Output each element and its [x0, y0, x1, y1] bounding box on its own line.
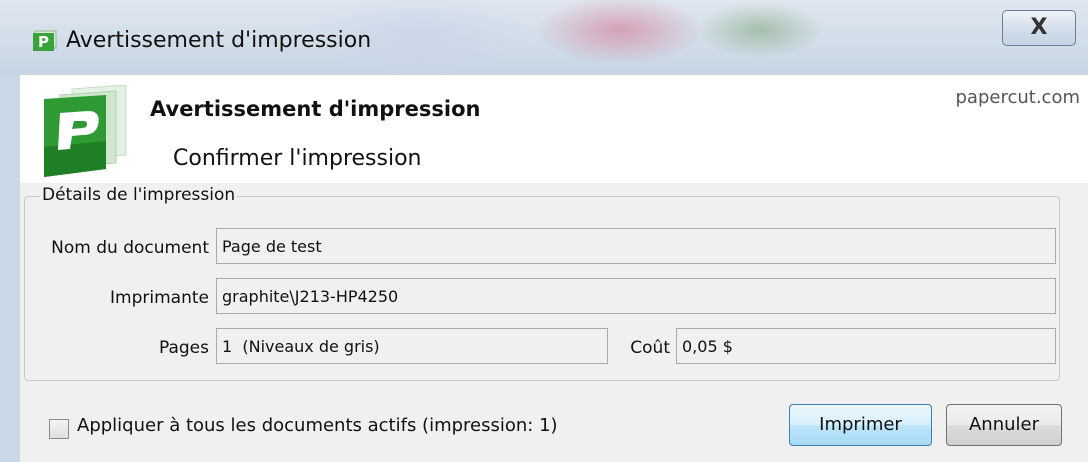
header-banner: Avertissement d'impression Confirmer l'i…	[20, 75, 1088, 183]
papercut-logo-icon: P	[33, 30, 57, 51]
dialog-content: Avertissement d'impression Confirmer l'i…	[20, 75, 1088, 462]
apply-all-label[interactable]: Appliquer à tous les documents actifs (i…	[77, 415, 558, 436]
apply-all-checkbox[interactable]	[49, 419, 69, 439]
pages-label: Pages	[158, 338, 209, 358]
cost-label: Coût	[630, 338, 670, 358]
close-button[interactable]: X	[1002, 10, 1076, 46]
print-button[interactable]: Imprimer	[789, 404, 932, 446]
papercut-logo-large-icon	[44, 85, 127, 177]
printer-field[interactable]: graphite\J213-HP4250	[216, 278, 1056, 314]
pages-field[interactable]: 1 (Niveaux de gris)	[216, 328, 608, 364]
papercut-link[interactable]: papercut.com	[956, 87, 1081, 108]
document-name-label: Nom du document	[51, 238, 209, 258]
cost-field[interactable]: 0,05 $	[676, 328, 1056, 364]
document-name-field[interactable]: Page de test	[216, 228, 1056, 264]
close-icon: X	[1030, 15, 1048, 40]
window-title: Avertissement d'impression	[66, 28, 372, 53]
svg-text:P: P	[38, 33, 49, 51]
print-details-legend: Détails de l'impression	[40, 185, 238, 205]
header-subtitle: Confirmer l'impression	[173, 146, 422, 171]
title-bar[interactable]: P Avertissement d'impression X	[0, 0, 1088, 75]
print-warning-window: P Avertissement d'impression X Avertisse…	[0, 0, 1088, 462]
cancel-button[interactable]: Annuler	[946, 404, 1062, 446]
printer-label: Imprimante	[110, 288, 209, 308]
header-title: Avertissement d'impression	[150, 97, 481, 121]
